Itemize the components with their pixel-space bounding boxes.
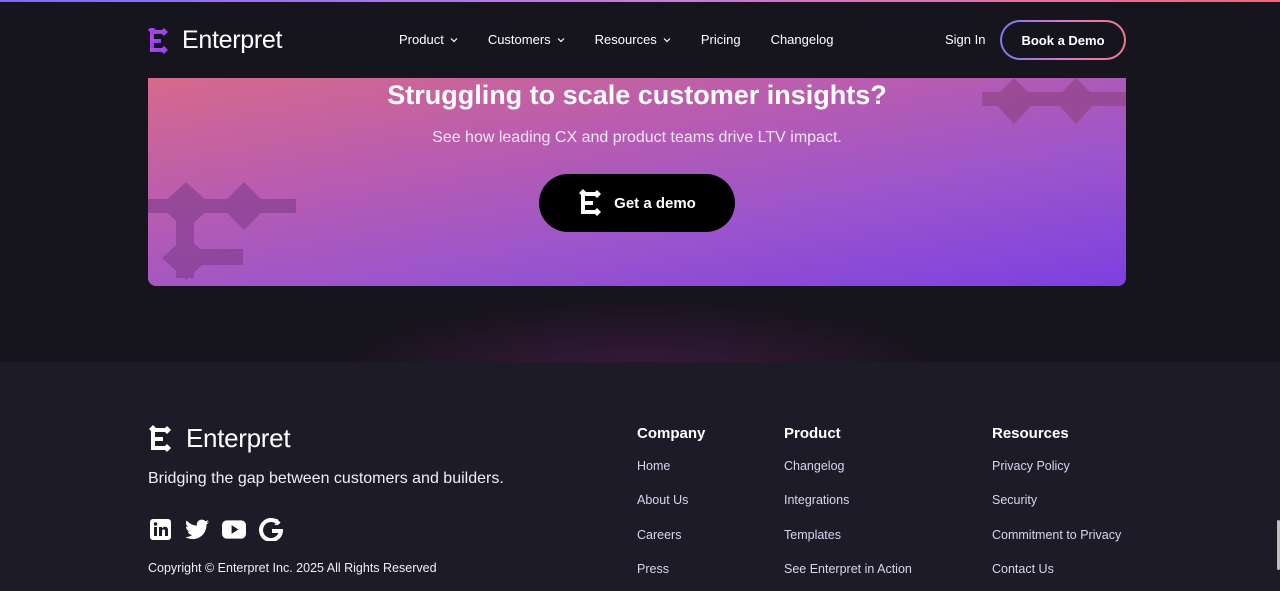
site-header: Enterpret Product Customers Resources Pr… — [0, 2, 1280, 78]
nav-label: Pricing — [700, 32, 741, 47]
footer-column-resources: Resources Privacy Policy Security Commit… — [992, 425, 1121, 591]
banner-decoration-left — [148, 182, 296, 280]
nav-resources[interactable]: Resources — [595, 32, 671, 47]
main-nav: Product Customers Resources Pricing Chan… — [399, 32, 863, 47]
brand-name: Enterpret — [182, 26, 283, 54]
footer-link-commitment-to-privacy[interactable]: Commitment to Privacy — [992, 527, 1121, 561]
sign-in-link[interactable]: Sign In — [945, 32, 985, 47]
footer-link-security[interactable]: Security — [992, 492, 1121, 526]
footer-column-title: Product — [784, 425, 841, 442]
footer-link-home[interactable]: Home — [637, 458, 705, 492]
get-demo-button[interactable]: Get a demo — [539, 174, 735, 232]
footer-link-contact-us[interactable]: Contact Us — [992, 561, 1121, 591]
brand-logo[interactable]: Enterpret — [148, 26, 282, 55]
footer-brand-name: Enterpret — [186, 423, 291, 453]
book-demo-label: Book a Demo — [1021, 32, 1105, 48]
footer-column-product: Product Changelog Integrations Templates… — [784, 425, 912, 591]
nav-product[interactable]: Product — [399, 32, 458, 47]
nav-changelog[interactable]: Changelog — [771, 32, 834, 47]
cta-subtitle: See how leading CX and product teams dri… — [432, 129, 842, 146]
g2-icon[interactable]: 2 — [259, 517, 283, 541]
nav-label: Product — [399, 32, 444, 47]
footer-link-careers[interactable]: Careers — [637, 527, 705, 561]
footer-column-company: Company Home About Us Careers Press — [637, 425, 705, 591]
footer-link-privacy-policy[interactable]: Privacy Policy — [992, 458, 1121, 492]
svg-text:2: 2 — [274, 518, 279, 527]
copyright-text: Copyright © Enterpret Inc. 2025 All Righ… — [148, 561, 437, 575]
chevron-down-icon — [663, 37, 671, 42]
nav-pricing[interactable]: Pricing — [701, 32, 741, 47]
twitter-icon[interactable] — [185, 517, 209, 541]
footer-brand-logo[interactable]: Enterpret — [148, 423, 291, 454]
social-links: 2 — [148, 517, 296, 541]
chevron-down-icon — [450, 37, 458, 42]
nav-customers[interactable]: Customers — [488, 32, 565, 47]
footer-tagline: Bridging the gap between customers and b… — [148, 470, 504, 487]
footer-link-templates[interactable]: Templates — [784, 527, 912, 561]
cta-title: Struggling to scale customer insights? — [387, 80, 887, 110]
youtube-icon[interactable] — [222, 517, 246, 541]
book-demo-button[interactable]: Book a Demo — [1000, 20, 1126, 60]
footer-link-press[interactable]: Press — [637, 561, 705, 591]
get-demo-label: Get a demo — [614, 194, 696, 212]
footer-link-see-in-action[interactable]: See Enterpret in Action — [784, 561, 912, 591]
footer-link-integrations[interactable]: Integrations — [784, 492, 912, 526]
footer-column-title: Resources — [992, 425, 1069, 442]
site-footer: Enterpret Bridging the gap between custo… — [0, 362, 1280, 591]
nav-label: Resources — [594, 32, 657, 47]
chevron-down-icon — [557, 37, 565, 42]
enterpret-logo-icon — [148, 27, 168, 54]
footer-column-title: Company — [637, 425, 706, 442]
nav-label: Changelog — [770, 32, 834, 47]
linkedin-icon[interactable] — [148, 517, 172, 541]
cta-banner: Struggling to scale customer insights? S… — [148, 78, 1126, 286]
enterpret-logo-icon — [149, 424, 171, 452]
footer-link-changelog[interactable]: Changelog — [784, 458, 912, 492]
footer-link-about-us[interactable]: About Us — [637, 492, 705, 526]
nav-label: Customers — [487, 32, 551, 47]
enterpret-logo-icon — [579, 189, 602, 216]
